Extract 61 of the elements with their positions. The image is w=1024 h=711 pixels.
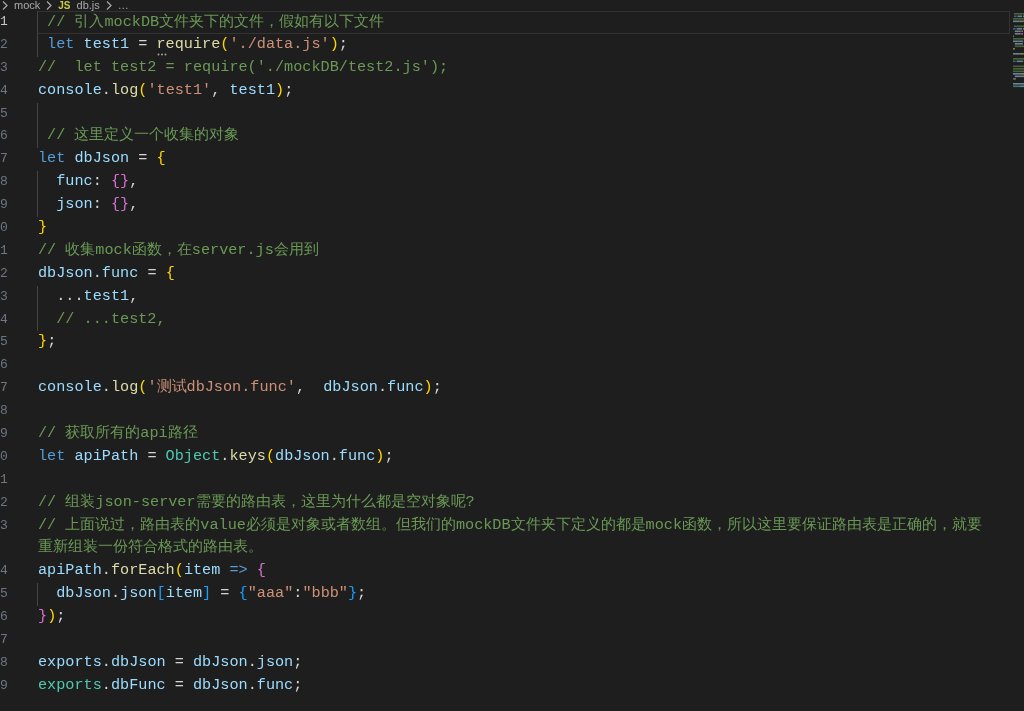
line-number: 4: [0, 82, 8, 98]
code-line: let apiPath = Object.keys(dbJson.func);: [38, 446, 394, 465]
line-number: 3: [0, 517, 8, 533]
code-line: // 收集mock函数，在server.js会用到: [38, 240, 319, 259]
code-line: // let test2 = require('./mockDB/test2.js');: [38, 57, 449, 76]
line-number: 8: [0, 654, 8, 670]
code-line: };: [38, 332, 57, 351]
line-number: 8: [0, 174, 8, 190]
breadcrumb-item[interactable]: …: [117, 0, 129, 11]
code-line: func: {},: [55, 172, 139, 191]
line-number: 6: [0, 357, 8, 373]
code-line: dbJson.func = {: [38, 263, 175, 282]
code-line: });: [38, 607, 66, 626]
code-line: json: {},: [55, 195, 139, 214]
code-line: console.log('测试dbJson.func', dbJson.func);: [38, 378, 442, 397]
line-number: 3: [0, 59, 8, 75]
code-line: let test1 = require('./data.js');: [46, 34, 348, 53]
chevron-right-icon: [46, 1, 53, 10]
line-number: 4: [0, 563, 8, 579]
chevron-right-icon: [105, 1, 112, 10]
code-line: // 获取所有的api路径: [38, 424, 198, 443]
code-line: // 这里定义一个收集的对象: [46, 126, 240, 145]
line-number: 1: [0, 471, 8, 487]
chevron-right-icon: [2, 1, 8, 10]
wrapped-code-line: 重新组装一份符合格式的路由表。: [38, 538, 263, 557]
line-number: 9: [0, 197, 8, 213]
code-line: // 引入mockDB文件夹下的文件，假如有以下文件: [46, 13, 385, 31]
line-number: 3: [0, 288, 8, 304]
code-line: // 组装json-server需要的路由表，这里为什么都是空对象呢?: [38, 492, 475, 511]
line-number: 7: [0, 380, 8, 396]
breadcrumb-item[interactable]: mock: [14, 0, 41, 11]
code-line: ...test1,: [55, 286, 139, 305]
breadcrumb-item[interactable]: db.js: [76, 0, 100, 11]
code-line: apiPath.forEach(item => {: [38, 561, 266, 580]
line-number: 4: [0, 311, 8, 327]
code-line: dbJson.json[item] = {"aaa":"bbb"};: [55, 584, 367, 603]
line-number: 7: [0, 632, 8, 648]
code-line: // ...test2,: [55, 309, 166, 328]
line-number: 0: [0, 220, 8, 235]
line-number: 2: [0, 494, 8, 510]
line-number: 5: [0, 586, 8, 602]
code-line: // 上面说过，路由表的value必须是对象或者数组。但我们的mockDB文件夹下定义的都是mock函数，所以这里要保证路由表是正确的，就要: [38, 515, 983, 534]
code-line: let dbJson = {: [38, 149, 166, 168]
line-number: 2: [0, 36, 8, 52]
line-number: 5: [0, 334, 8, 350]
file-type-icon: JS: [58, 0, 71, 11]
line-number: 5: [0, 105, 8, 121]
line-number: 1: [0, 14, 8, 29]
line-number: 0: [0, 448, 8, 464]
line-number: 2: [0, 265, 8, 281]
code-line: exports.dbJson = dbJson.json;: [38, 652, 303, 671]
code-line: console.log('test1', test1);: [38, 80, 294, 99]
line-number: 6: [0, 609, 8, 625]
line-number: 8: [0, 403, 8, 419]
line-number: 9: [0, 677, 8, 693]
code-line: exports.dbFunc = dbJson.func;: [38, 675, 303, 694]
line-number: 1: [0, 242, 8, 258]
line-number: 6: [0, 128, 8, 144]
code-line: }: [38, 218, 48, 236]
line-number: 9: [0, 426, 8, 442]
line-number: 7: [0, 151, 8, 167]
